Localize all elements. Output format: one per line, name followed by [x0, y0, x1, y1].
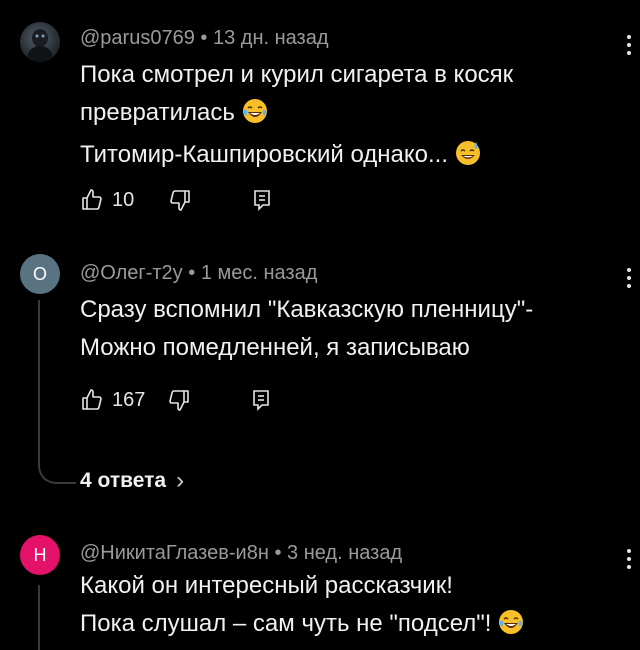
thumbs-down-icon: [169, 390, 190, 411]
thread-curve: [38, 458, 76, 484]
comment-line: Пока слушал – сам чуть не "подсел"!: [80, 610, 492, 637]
comment-line: превратилась: [80, 99, 235, 126]
more-options-icon[interactable]: [626, 549, 632, 569]
comment-text: Сразу вспомнил "Кавказскую пленницу"- Мо…: [80, 291, 600, 367]
comment-author[interactable]: @Олег-т2у: [80, 262, 183, 284]
comment-line: Сразу вспомнил "Кавказскую пленницу"-: [80, 296, 534, 323]
sweat-smile-emoji-icon: [455, 140, 481, 178]
reply-comment-icon: [253, 390, 270, 411]
comment-line: Титомир-Кашпировский однако...: [80, 141, 449, 168]
more-options-icon[interactable]: [626, 35, 632, 55]
view-replies-button[interactable]: 4 ответа ›: [80, 467, 184, 495]
comment-text: Какой он интересный рассказчик! Пока слу…: [80, 567, 600, 647]
meta-separator: •: [274, 542, 282, 564]
avatar[interactable]: О: [20, 254, 60, 294]
like-count: 10: [112, 188, 135, 211]
like-button[interactable]: 167: [80, 388, 145, 412]
comment-line: Пока смотрел и курил сигарета в косяк: [80, 61, 514, 88]
comment-actions: 10: [80, 183, 274, 217]
meta-separator: •: [200, 27, 208, 49]
reply-button[interactable]: [249, 388, 273, 412]
comment-text: Пока смотрел и курил сигарета в косяк пр…: [80, 56, 600, 178]
avatar-letter: О: [32, 263, 47, 284]
thumbs-up-icon: [82, 389, 102, 410]
thread-line: [38, 585, 40, 650]
avatar[interactable]: Н: [20, 535, 60, 575]
comment-actions: 167: [80, 383, 273, 417]
avatar-figure-icon: [26, 29, 54, 62]
comment-line: Можно помедленней, я записываю: [80, 334, 470, 361]
more-options-icon[interactable]: [626, 268, 632, 288]
comment-time: 13 дн. назад: [212, 27, 329, 49]
reply-button[interactable]: [250, 188, 274, 212]
comment-line: Какой он интересный рассказчик!: [80, 572, 453, 599]
reply-comment-icon: [254, 190, 271, 211]
thread-line: [38, 300, 40, 460]
comment-meta: @НикитаГлазев-и8н • 3 нед. назад: [80, 542, 402, 565]
laughing-tears-emoji-icon: [242, 98, 268, 136]
comment-time: 3 нед. назад: [287, 542, 403, 564]
thumbs-up-icon: [82, 189, 102, 210]
meta-separator: •: [188, 262, 196, 284]
thumbs-down-icon: [170, 190, 191, 211]
laughing-tears-emoji-icon: [498, 609, 524, 647]
chevron-right-icon: ›: [176, 467, 185, 494]
dislike-button[interactable]: [168, 188, 192, 212]
comment-time: 1 мес. назад: [200, 262, 318, 284]
replies-label: 4 ответа: [80, 469, 167, 492]
comment-meta: @Олег-т2у • 1 мес. назад: [80, 262, 317, 285]
avatar-letter: Н: [33, 544, 47, 565]
dislike-button[interactable]: [167, 388, 191, 412]
like-button[interactable]: 10: [80, 188, 134, 212]
comment-author[interactable]: @НикитаГлазев-и8н: [80, 542, 269, 564]
comment-meta: @parus0769 • 13 дн. назад: [80, 27, 329, 50]
avatar[interactable]: [20, 22, 60, 62]
comment-author[interactable]: @parus0769: [80, 27, 195, 49]
like-count: 167: [112, 388, 146, 411]
